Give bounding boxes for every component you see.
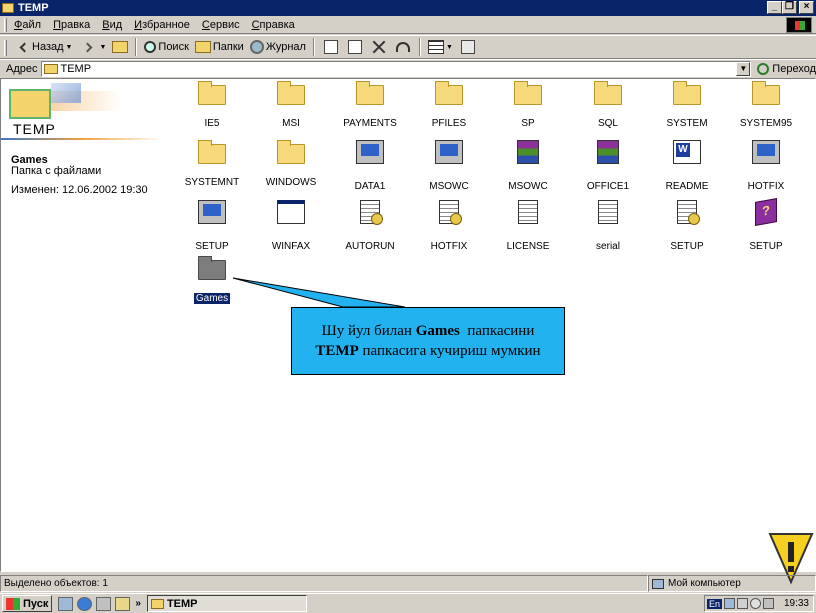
status-location: Мой компьютер: [648, 575, 816, 592]
volume-icon[interactable]: [737, 598, 749, 609]
taskbar-window-label: TEMP: [166, 597, 198, 610]
status-selected-text: Выделено объектов: 1: [4, 578, 108, 589]
callout-text: папкасига кучириш мумкин: [358, 343, 541, 359]
show-desktop-icon[interactable]: [58, 596, 74, 611]
start-label: Пуск: [23, 597, 49, 610]
callout-line-2: TEMP папкасига кучириш мумкин: [315, 341, 540, 361]
taskbar-window-button[interactable]: TEMP: [146, 595, 307, 612]
windows-flag-icon: [6, 597, 20, 610]
system-tray: En 19:33: [704, 595, 814, 612]
tray-app-icon[interactable]: [750, 598, 762, 609]
tray-app-icon[interactable]: [763, 598, 775, 609]
callout-bold-text: Games: [415, 323, 460, 339]
internet-explorer-icon[interactable]: [77, 596, 93, 611]
status-location-text: Мой компьютер: [668, 578, 741, 589]
tray-app-icon[interactable]: [724, 598, 736, 609]
callout-bold-text: TEMP: [315, 343, 359, 359]
language-indicator[interactable]: En: [707, 598, 723, 609]
quick-launch: [58, 596, 131, 611]
outlook-icon[interactable]: [96, 596, 112, 611]
quick-launch-app-icon[interactable]: [115, 596, 131, 611]
callout-text: Шу йул билан: [321, 323, 416, 339]
callout-line-1: Шу йул билан Games папкасини: [322, 321, 535, 341]
instruction-callout: Шу йул билан Games папкасини TEMP папкас…: [291, 307, 565, 375]
status-selected: Выделено объектов: 1: [0, 575, 648, 592]
taskbar: Пуск » TEMP En 19:33: [0, 593, 816, 613]
clock[interactable]: 19:33: [784, 598, 809, 609]
folder-icon: [150, 598, 164, 609]
start-button[interactable]: Пуск: [2, 595, 53, 612]
my-computer-icon: [652, 578, 664, 589]
status-bar: Выделено объектов: 1 Мой компьютер: [0, 575, 816, 592]
callout-text: папкасини: [459, 323, 535, 339]
quick-launch-more-icon[interactable]: »: [135, 598, 141, 609]
